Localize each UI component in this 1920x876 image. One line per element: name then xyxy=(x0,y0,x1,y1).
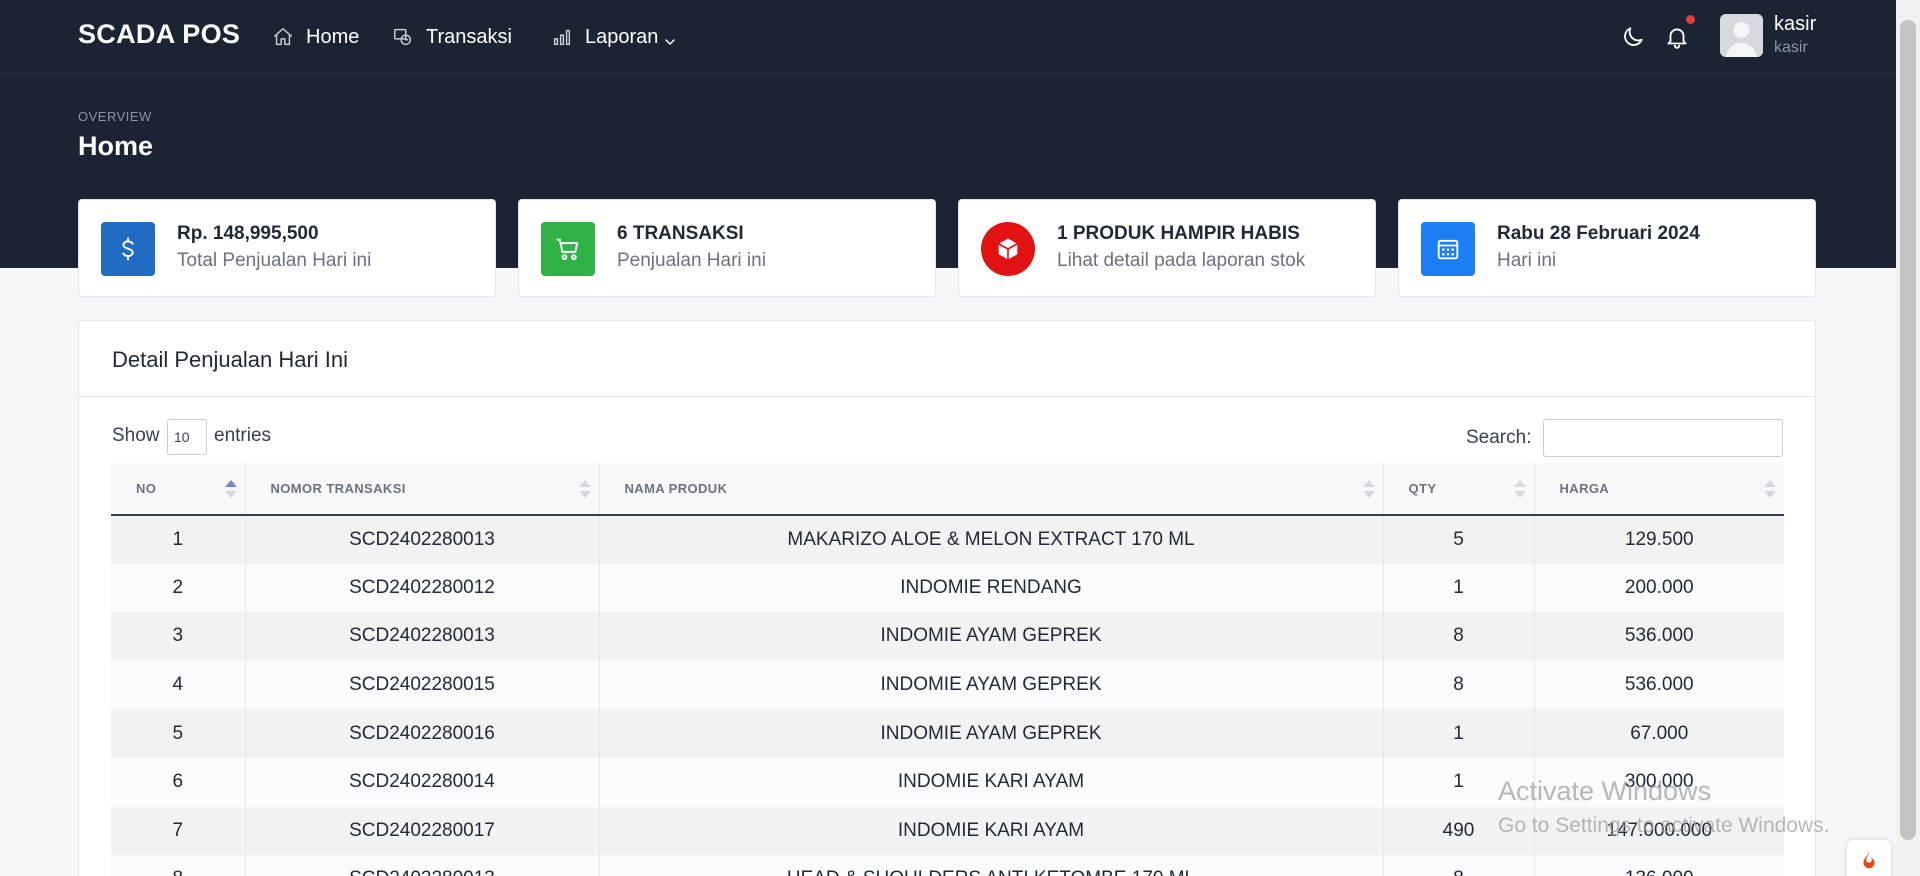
stat-title: 1 PRODUK HAMPIR HABIS xyxy=(1057,223,1300,244)
cell-harga: 136.000 xyxy=(1534,855,1784,876)
nav-laporan[interactable]: Laporan xyxy=(551,22,676,52)
table-row: 1 SCD2402280013 MAKARIZO ALOE & MELON EX… xyxy=(111,515,1784,564)
page-title: Home xyxy=(78,131,154,161)
cell-qty: 8 xyxy=(1383,612,1535,661)
stat-title: 6 TRANSAKSI xyxy=(617,223,744,244)
cell-nama-produk: INDOMIE AYAM GEPREK xyxy=(599,660,1384,710)
stat-title: Rp. 148,995,500 xyxy=(177,223,319,244)
activation-watermark-text: Go to Settings to activate Windows. xyxy=(1498,814,1830,837)
table-row: 8 SCD2402280013 HEAD & SHOULDERS ANTI KE… xyxy=(111,855,1784,876)
brand-logo[interactable]: SCADA POS xyxy=(78,19,240,50)
activation-watermark-title: Activate Windows xyxy=(1498,776,1712,806)
top-navbar: SCADA POS Home Transaksi Laporan kasir k… xyxy=(0,0,1896,74)
cell-qty: 8 xyxy=(1383,660,1535,710)
table-row: 4 SCD2402280015 INDOMIE AYAM GEPREK 8 53… xyxy=(111,660,1784,710)
cell-harga: 200.000 xyxy=(1534,563,1784,613)
column-header-nomor-transaksi[interactable]: NOMOR TRANSAKSI xyxy=(245,463,600,516)
search-input[interactable] xyxy=(1543,419,1783,457)
panel-title: Detail Penjualan Hari Ini xyxy=(112,347,349,372)
nav-home[interactable]: Home xyxy=(272,22,359,52)
stat-subtitle: Penjualan Hari ini xyxy=(617,250,766,271)
cell-no: 1 xyxy=(111,515,246,564)
sort-asc-icon xyxy=(223,478,239,500)
nav-transaksi-label: Transaksi xyxy=(426,25,512,48)
cell-harga: 536.000 xyxy=(1534,660,1784,710)
user-name[interactable]: kasir xyxy=(1774,13,1816,36)
cell-nama-produk: INDOMIE RENDANG xyxy=(599,563,1384,613)
home-icon xyxy=(272,26,294,48)
cell-nama-produk: INDOMIE KARI AYAM xyxy=(599,757,1384,807)
cell-nomor-transaksi: SCD2402280016 xyxy=(245,709,600,758)
stat-subtitle: Hari ini xyxy=(1497,250,1557,271)
cell-qty: 5 xyxy=(1383,515,1535,564)
calendar-icon xyxy=(1421,222,1475,276)
table-row: 2 SCD2402280012 INDOMIE RENDANG 1 200.00… xyxy=(111,563,1784,613)
column-header-harga[interactable]: HARGA xyxy=(1534,463,1784,516)
entries-select[interactable]: 10 xyxy=(167,419,207,455)
cell-qty: 8 xyxy=(1383,855,1535,876)
column-header-qty[interactable]: QTY xyxy=(1383,463,1535,516)
flame-icon[interactable] xyxy=(1847,840,1891,876)
cell-no: 4 xyxy=(111,660,246,710)
sort-icon xyxy=(1361,478,1377,500)
cell-nama-produk: MAKARIZO ALOE & MELON EXTRACT 170 ML xyxy=(599,515,1384,564)
user-role: kasir xyxy=(1774,39,1808,56)
cart-icon xyxy=(541,222,595,276)
sort-icon xyxy=(1762,478,1778,500)
show-label: Show xyxy=(112,425,160,446)
dollar-icon xyxy=(101,222,155,276)
cell-nomor-transaksi: SCD2402280012 xyxy=(245,563,600,613)
stat-subtitle: Lihat detail pada laporan stok xyxy=(1057,250,1306,271)
table-row: 3 SCD2402280013 INDOMIE AYAM GEPREK 8 53… xyxy=(111,612,1784,661)
cell-no: 5 xyxy=(111,709,246,758)
box-icon xyxy=(981,222,1035,276)
cell-nama-produk: INDOMIE AYAM GEPREK xyxy=(599,709,1384,758)
cell-no: 6 xyxy=(111,757,246,807)
cell-nama-produk: INDOMIE KARI AYAM xyxy=(599,806,1384,856)
avatar[interactable] xyxy=(1720,14,1763,57)
bar-chart-icon xyxy=(551,26,573,48)
sort-icon xyxy=(577,478,593,500)
stat-card-transactions: 6 TRANSAKSI Penjualan Hari ini xyxy=(518,199,936,297)
cell-nomor-transaksi: SCD2402280013 xyxy=(245,855,600,876)
sort-icon xyxy=(1512,478,1528,500)
cell-no: 7 xyxy=(111,806,246,856)
nav-laporan-label: Laporan xyxy=(585,25,659,48)
table-row: 5 SCD2402280016 INDOMIE AYAM GEPREK 1 67… xyxy=(111,709,1784,758)
nav-home-label: Home xyxy=(306,25,360,48)
cell-qty: 1 xyxy=(1383,709,1535,758)
nav-transaksi[interactable]: Transaksi xyxy=(392,22,512,52)
column-header-nama-produk[interactable]: NAMA PRODUK xyxy=(599,463,1384,516)
cell-nomor-transaksi: SCD2402280013 xyxy=(245,612,600,661)
stat-title: Rabu 28 Februari 2024 xyxy=(1497,223,1700,244)
cell-nomor-transaksi: SCD2402280015 xyxy=(245,660,600,710)
cell-harga: 536.000 xyxy=(1534,612,1784,661)
stat-card-date: Rabu 28 Februari 2024 Hari ini xyxy=(1398,199,1816,297)
cell-no: 3 xyxy=(111,612,246,661)
notification-dot xyxy=(1686,15,1695,24)
cell-qty: 1 xyxy=(1383,563,1535,613)
cell-harga: 129.500 xyxy=(1534,515,1784,564)
column-header-no[interactable]: NO xyxy=(111,463,246,516)
cell-nama-produk: HEAD & SHOULDERS ANTI KETOMBE 170 ML xyxy=(599,855,1384,876)
moon-icon[interactable] xyxy=(1620,24,1646,50)
cell-no: 8 xyxy=(111,855,246,876)
cell-harga: 67.000 xyxy=(1534,709,1784,758)
stat-subtitle: Total Penjualan Hari ini xyxy=(177,250,372,271)
cell-nama-produk: INDOMIE AYAM GEPREK xyxy=(599,612,1384,661)
cell-no: 2 xyxy=(111,563,246,613)
cell-nomor-transaksi: SCD2402280014 xyxy=(245,757,600,807)
page-pretitle: OVERVIEW xyxy=(78,109,152,124)
scrollbar-thumb[interactable] xyxy=(1900,20,1916,840)
cell-nomor-transaksi: SCD2402280017 xyxy=(245,806,600,856)
entries-label: entries xyxy=(214,425,272,446)
cell-nomor-transaksi: SCD2402280013 xyxy=(245,515,600,564)
stat-card-total-sales: Rp. 148,995,500 Total Penjualan Hari ini xyxy=(78,199,496,297)
bell-icon[interactable] xyxy=(1664,24,1690,50)
stat-card-low-stock[interactable]: 1 PRODUK HAMPIR HABIS Lihat detail pada … xyxy=(958,199,1376,297)
search-label: Search: xyxy=(1466,427,1532,448)
panel-header: Detail Penjualan Hari Ini xyxy=(79,321,1815,397)
chevron-down-icon xyxy=(664,31,676,46)
receipt-icon xyxy=(392,26,414,48)
